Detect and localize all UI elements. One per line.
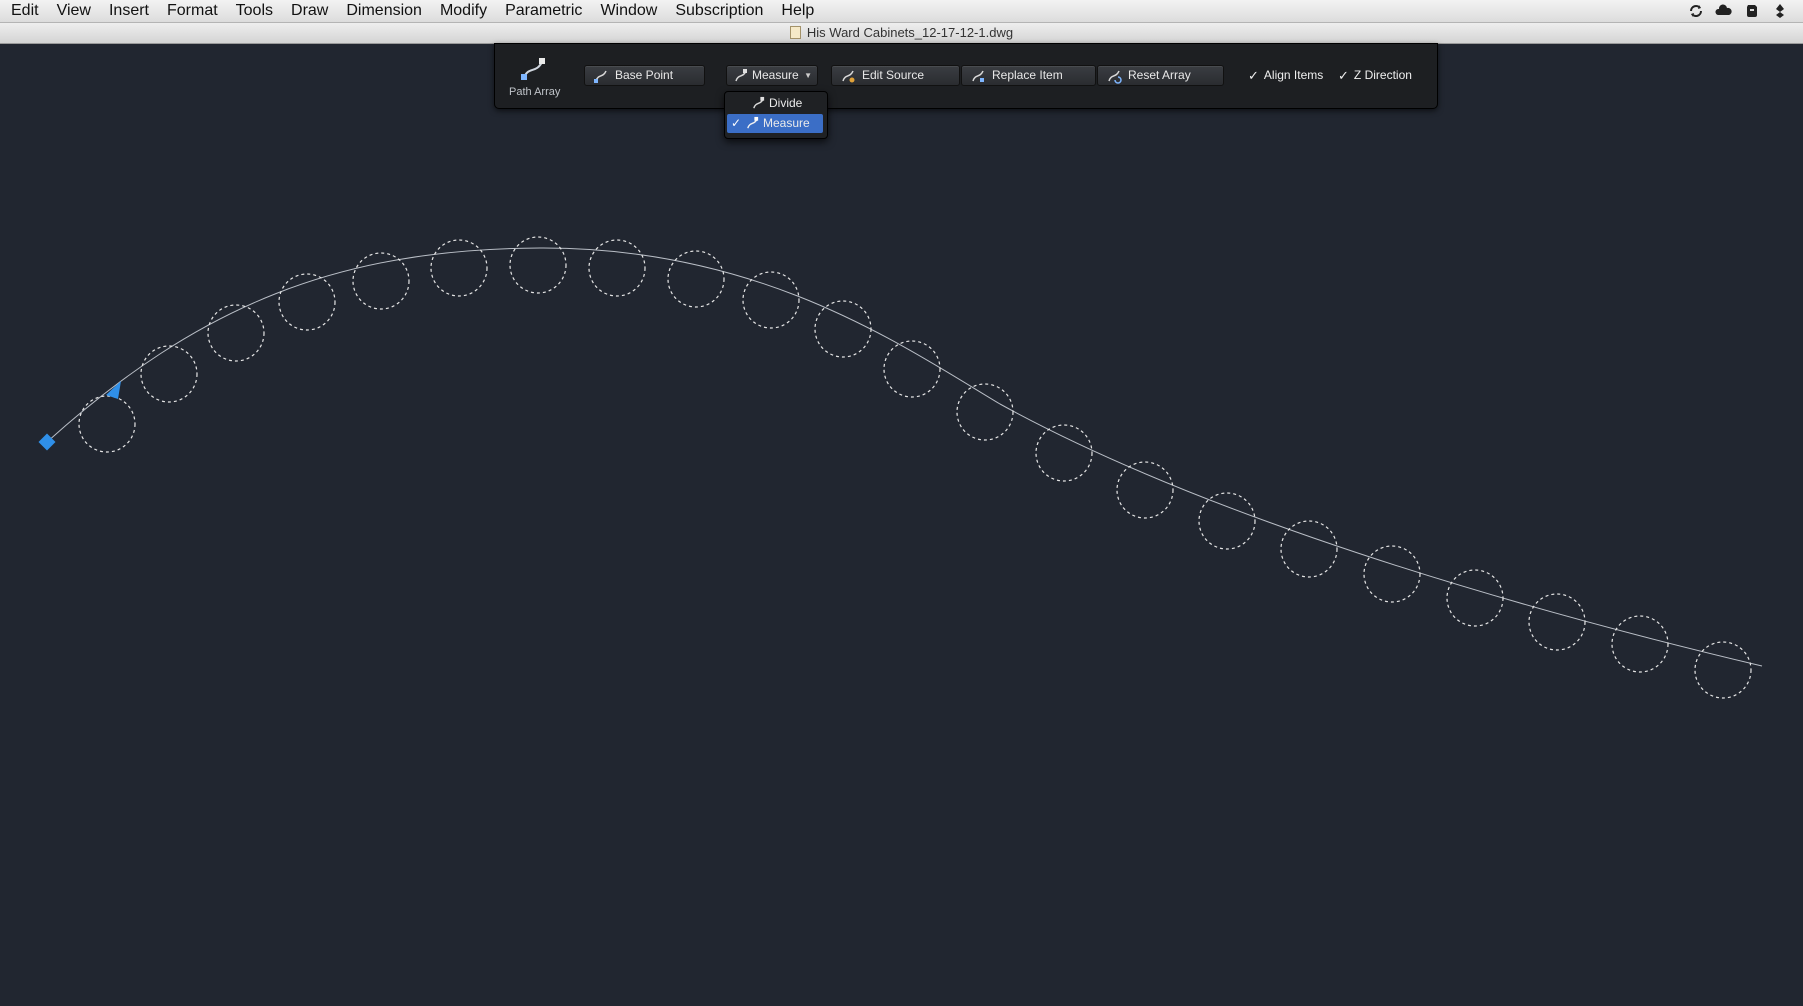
reset-array-label: Reset Array [1128, 68, 1191, 82]
array-item-circle[interactable] [814, 300, 872, 358]
menu-edit[interactable]: Edit [2, 0, 48, 22]
menu-window[interactable]: Window [591, 0, 666, 22]
checkmark-icon: ✓ [731, 116, 742, 130]
method-dropdown-label: Measure [752, 68, 799, 82]
array-item-circle[interactable] [956, 383, 1014, 441]
base-point-icon [594, 70, 607, 83]
window-title-bar: His Ward Cabinets_12-17-12-1.dwg [0, 23, 1803, 44]
array-item-circle[interactable] [78, 395, 136, 453]
menu-dimension[interactable]: Dimension [337, 0, 431, 22]
align-items-label: Align Items [1263, 68, 1324, 82]
sync-icon[interactable] [1687, 2, 1705, 20]
measure-icon [735, 68, 747, 81]
array-item-circle[interactable] [1611, 615, 1669, 673]
array-item-circle[interactable] [1694, 641, 1752, 699]
array-item-circle[interactable] [140, 345, 198, 403]
document-icon [789, 26, 801, 39]
edit-source-icon [842, 70, 855, 82]
z-direction-label: Z Direction [1353, 68, 1412, 82]
path-array-ribbon: Path Array Base Point Measure ▼ Edit Sou… [494, 43, 1438, 109]
checkmark-icon: ✓ [1248, 68, 1259, 83]
array-item-circle[interactable] [430, 239, 488, 297]
measure-label: Measure [763, 116, 810, 130]
reset-array-button[interactable]: Reset Array [1097, 65, 1224, 86]
menu-subscription[interactable]: Subscription [666, 0, 772, 22]
path-array-tool[interactable]: Path Array [509, 54, 561, 102]
path-array-label: Path Array [509, 86, 561, 98]
menu-draw[interactable]: Draw [282, 0, 337, 22]
z-direction-checkbox[interactable]: ✓ Z Direction [1338, 65, 1412, 86]
method-dropdown-menu: Divide ✓ Measure [724, 91, 828, 139]
menu-modify[interactable]: Modify [431, 0, 496, 22]
replace-item-icon [972, 70, 984, 82]
cloud-icon[interactable] [1715, 2, 1733, 20]
base-point-button[interactable]: Base Point [584, 65, 705, 86]
dropbox-icon[interactable] [1771, 2, 1789, 20]
menu-help[interactable]: Help [772, 0, 823, 22]
menu-status-area [1687, 2, 1789, 20]
dropdown-option-divide[interactable]: Divide [727, 94, 823, 113]
drawing-canvas[interactable] [0, 44, 1803, 1006]
array-item-circle[interactable] [1035, 424, 1093, 482]
array-item-circle[interactable] [509, 236, 567, 294]
menu-bar: Edit View Insert Format Tools Draw Dimen… [0, 0, 1803, 23]
menu-items: Edit View Insert Format Tools Draw Dimen… [0, 0, 823, 22]
method-dropdown-button[interactable]: Measure ▼ [726, 65, 818, 86]
array-item-circle[interactable] [1280, 520, 1338, 578]
divide-icon [753, 96, 765, 109]
array-item-circle[interactable] [1446, 569, 1504, 627]
edit-source-label: Edit Source [862, 68, 925, 82]
menu-insert[interactable]: Insert [100, 0, 158, 22]
array-item-circle[interactable] [883, 340, 941, 398]
array-items [78, 236, 1752, 699]
reset-array-icon [1108, 70, 1122, 84]
measure-icon [747, 116, 759, 129]
dropdown-option-measure[interactable]: ✓ Measure [727, 114, 823, 133]
menu-parametric[interactable]: Parametric [496, 0, 591, 22]
array-item-circle[interactable] [1528, 593, 1586, 651]
array-item-circle[interactable] [588, 239, 646, 297]
base-point-label: Base Point [615, 68, 674, 82]
array-item-circle[interactable] [1116, 461, 1174, 519]
window-title: His Ward Cabinets_12-17-12-1.dwg [806, 25, 1014, 40]
evernote-icon[interactable] [1743, 2, 1761, 20]
edit-source-button[interactable]: Edit Source [831, 65, 960, 86]
array-item-circle[interactable] [207, 304, 265, 362]
align-items-checkbox[interactable]: ✓ Align Items [1248, 65, 1323, 86]
divide-label: Divide [769, 96, 803, 110]
array-item-circle[interactable] [667, 250, 725, 308]
array-item-circle[interactable] [352, 252, 410, 310]
replace-item-button[interactable]: Replace Item [961, 65, 1096, 86]
chevron-down-icon: ▼ [804, 71, 812, 80]
menu-tools[interactable]: Tools [227, 0, 282, 22]
replace-item-label: Replace Item [992, 68, 1063, 82]
path-array-icon [521, 58, 545, 80]
array-item-circle[interactable] [742, 271, 800, 329]
checkmark-icon: ✓ [1338, 68, 1349, 83]
array-item-circle[interactable] [1198, 492, 1256, 550]
array-path-curve[interactable] [46, 247, 1763, 667]
menu-format[interactable]: Format [158, 0, 227, 22]
array-item-circle[interactable] [1363, 545, 1421, 603]
menu-view[interactable]: View [48, 0, 100, 22]
